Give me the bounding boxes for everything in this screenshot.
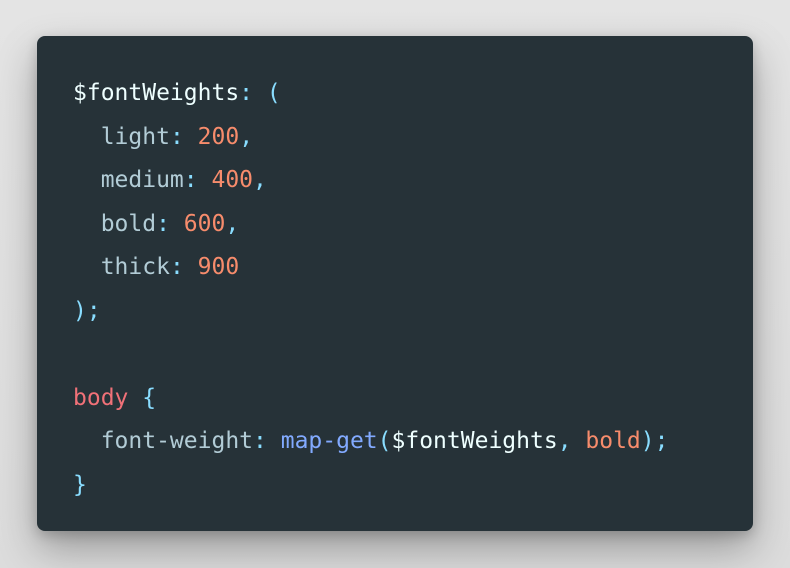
- code-line: font-weight: map-get($fontWeights, bold)…: [73, 420, 669, 464]
- code-token-punctuation: (: [266, 80, 281, 106]
- code-token-number: 400: [211, 167, 254, 193]
- code-block: $fontWeights: ( light: 200, medium: 400,…: [73, 72, 668, 507]
- code-line: $fontWeights: (: [73, 72, 668, 116]
- code-line: bold: 600,: [73, 203, 668, 247]
- code-token-punctuation: ,: [253, 167, 267, 193]
- code-token-number: bold: [585, 428, 641, 454]
- code-token-punctuation: {: [142, 384, 157, 411]
- code-line: ​: [73, 333, 668, 377]
- code-token-number: 200: [197, 123, 240, 150]
- code-token-punctuation: ,: [239, 123, 254, 150]
- code-token-punctuation: ,: [225, 210, 240, 237]
- code-snippet-window: $fontWeights: ( light: 200, medium: 400,…: [37, 36, 753, 531]
- code-token-property: thick: [73, 254, 170, 280]
- code-token-number: 600: [183, 210, 226, 237]
- code-token-punctuation: :: [183, 167, 212, 193]
- code-token-punctuation: :: [253, 428, 281, 454]
- code-token-punctuation: }: [73, 471, 87, 498]
- code-token-punctuation: :: [156, 210, 184, 237]
- code-token-punctuation: );: [73, 297, 101, 324]
- code-token-property: light: [73, 123, 170, 150]
- code-token-property: font-weight: [73, 428, 254, 454]
- code-token-punctuation: :: [169, 123, 198, 150]
- code-line: medium: 400,: [73, 159, 668, 203]
- code-token-variable: $fontWeights: [73, 80, 240, 106]
- code-token-property: bold: [73, 210, 157, 237]
- code-token-property: medium: [73, 167, 184, 193]
- code-line: body {: [73, 377, 668, 421]
- code-token-punctuation: :: [239, 80, 267, 106]
- code-token-selector: body: [73, 384, 129, 411]
- code-line: }: [73, 464, 668, 508]
- code-token-punctuation: (: [377, 428, 392, 454]
- code-line: light: 200,: [73, 116, 668, 160]
- code-token-punctuation: );: [640, 428, 669, 454]
- code-token-function: map-get: [280, 428, 378, 454]
- code-token-punctuation: ,: [557, 428, 586, 454]
- code-line: thick: 900: [73, 246, 668, 290]
- code-line: );: [73, 290, 668, 334]
- code-token-number: 900: [197, 254, 240, 280]
- code-token-punctuation: :: [169, 254, 198, 280]
- code-token-variable: $fontWeights: [391, 428, 558, 454]
- code-token-punctuation: [128, 385, 142, 411]
